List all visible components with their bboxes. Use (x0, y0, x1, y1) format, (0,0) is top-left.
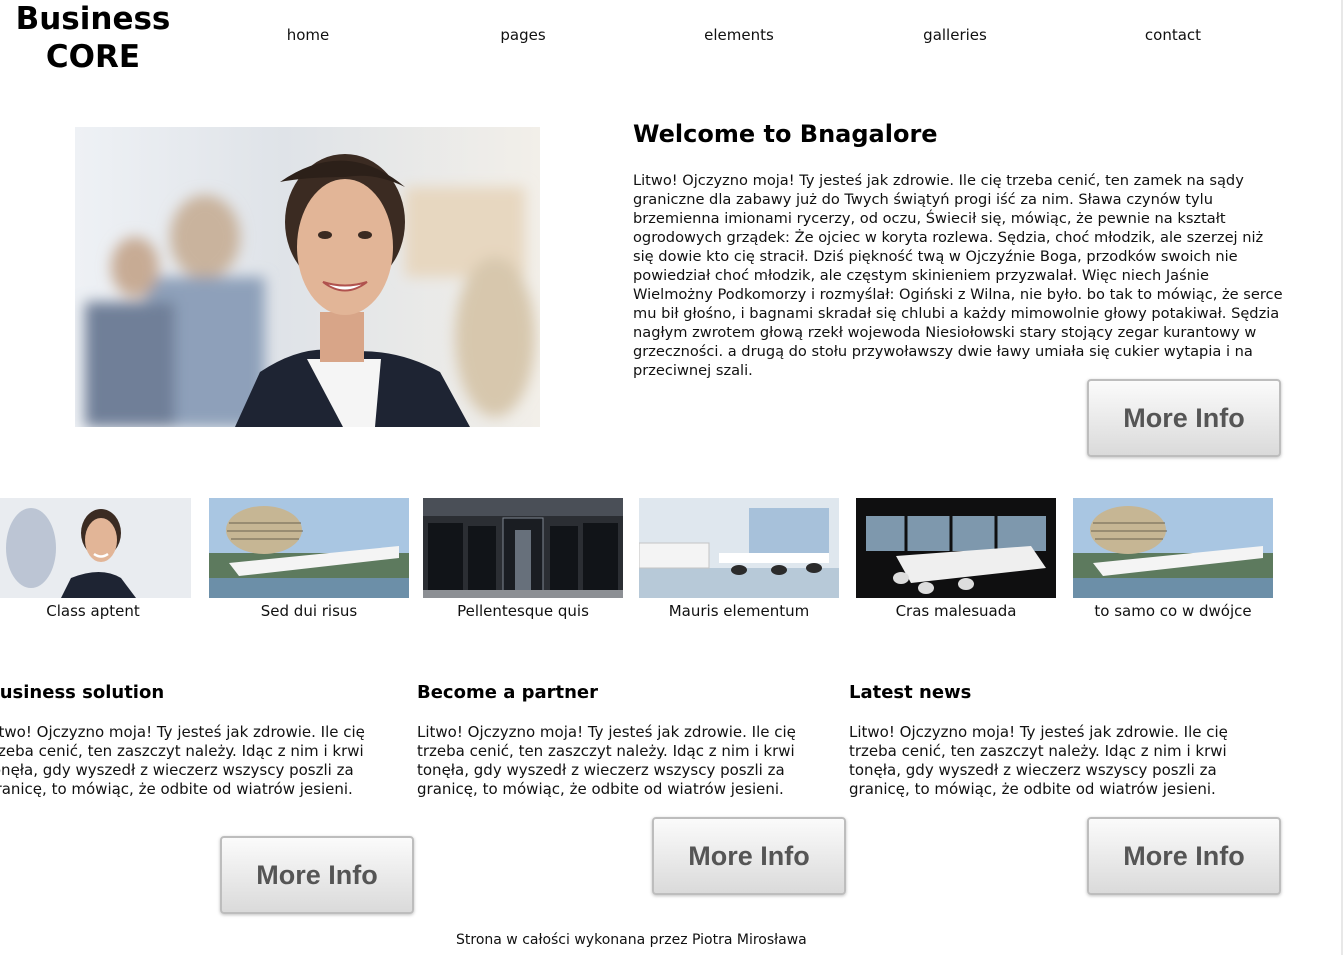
gallery-caption: Cras malesuada (895, 602, 1017, 620)
gallery-thumb-building[interactable] (209, 498, 409, 598)
gallery-caption: Mauris elementum (668, 602, 810, 620)
nav-pages-link[interactable]: pages (500, 26, 545, 44)
logo-line-2: CORE (45, 39, 141, 75)
hero-businesswoman-photo (75, 127, 540, 427)
column-title-latest-news: Latest news (849, 682, 972, 703)
column-text: Litwo! Ojczyzno moja! Ty jesteś jak zdro… (417, 723, 796, 798)
nav-contact-link[interactable]: contact (1145, 26, 1201, 44)
gallery-thumb-server-room[interactable] (423, 498, 623, 598)
logo-line-1: Business (15, 1, 171, 37)
nav-elements-link[interactable]: elements (704, 26, 774, 44)
gallery-thumb-conference-room[interactable] (856, 498, 1056, 598)
news-more-info-button[interactable]: More Info (1087, 817, 1281, 895)
page: Business CORE home pages elements galler… (0, 0, 1343, 955)
gallery-caption: Sed dui risus (260, 602, 358, 620)
site-logo[interactable]: Business CORE (10, 0, 176, 76)
hero-text: Litwo! Ojczyzno moja! Ty jesteś jak zdro… (633, 172, 1283, 379)
partner-more-info-button[interactable]: More Info (652, 817, 846, 895)
footer-credit: Strona w całości wykonana przez Piotra M… (456, 932, 807, 948)
nav-galleries-link[interactable]: galleries (923, 26, 987, 44)
business-more-info-button[interactable]: More Info (220, 836, 414, 914)
hero-more-info-button[interactable]: More Info (1087, 379, 1281, 457)
nav-home-link[interactable]: home (287, 26, 330, 44)
gallery-caption: to samo co w dwójce (1094, 602, 1252, 620)
column-text: Litwo! Ojczyzno moja! Ty jesteś jak zdro… (849, 723, 1228, 798)
gallery-thumb-businesswoman[interactable] (0, 498, 191, 598)
column-text: Litwo! Ojczyzno moja! Ty jesteś jak zdro… (0, 723, 365, 798)
gallery-thumb-office[interactable] (639, 498, 839, 598)
column-title-become-partner: Become a partner (417, 682, 599, 703)
gallery-thumb-building-2[interactable] (1073, 498, 1273, 598)
hero-title: Welcome to Bnagalore (633, 120, 938, 148)
gallery-caption: Class aptent (46, 602, 140, 620)
gallery-caption: Pellentesque quis (457, 602, 589, 620)
column-title-business-solution: Business solution (0, 682, 165, 703)
